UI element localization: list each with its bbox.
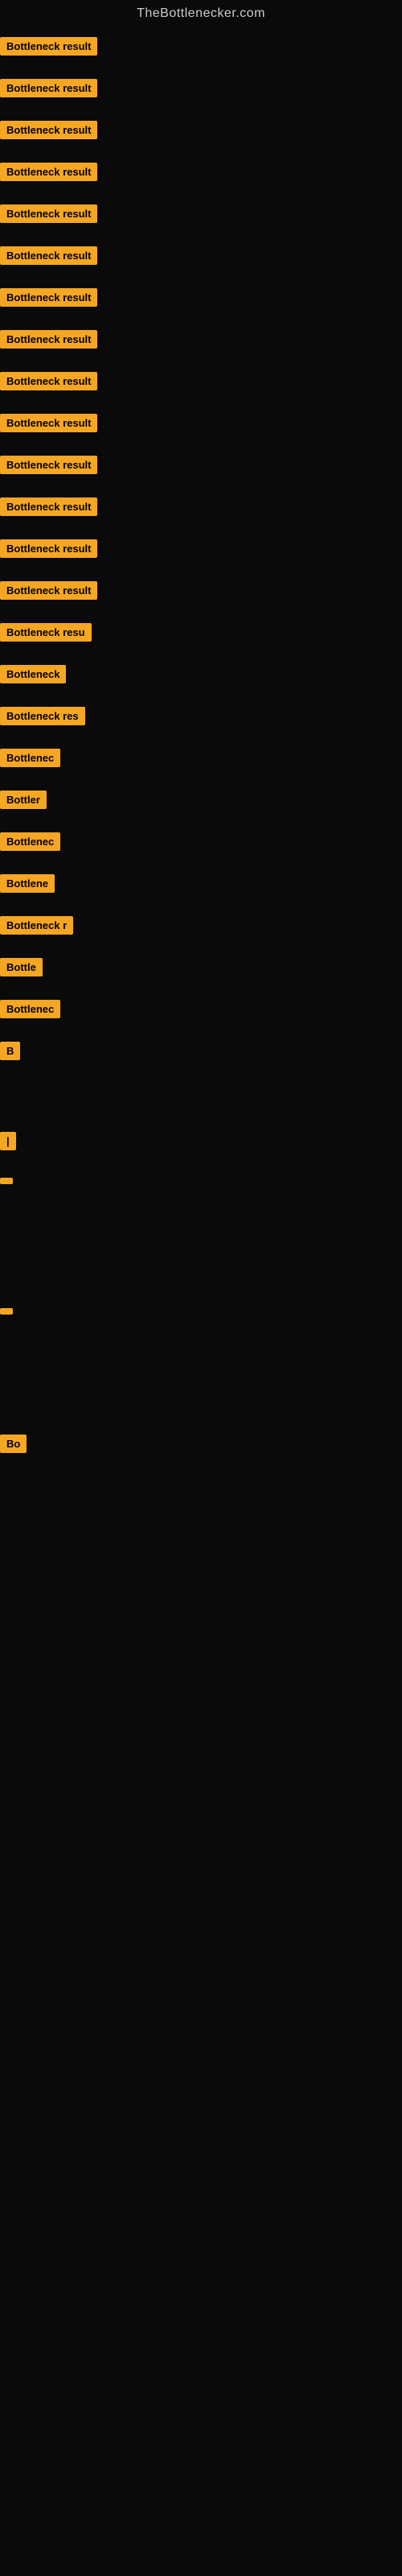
bottleneck-badge[interactable]: Bottleneck xyxy=(0,665,66,683)
bottleneck-badge[interactable]: Bottleneck result xyxy=(0,539,97,558)
bottleneck-badge[interactable]: Bottleneck result xyxy=(0,288,97,307)
bottleneck-badge[interactable]: Bottleneck result xyxy=(0,79,97,97)
bottleneck-badge[interactable]: Bottlenec xyxy=(0,832,60,851)
list-item: Bottleneck result xyxy=(0,195,402,237)
list-item: Bottleneck resu xyxy=(0,613,402,655)
bottleneck-badge[interactable]: Bottleneck res xyxy=(0,707,85,725)
bottleneck-badge[interactable]: Bottleneck result xyxy=(0,581,97,600)
list-item: Bottleneck result xyxy=(0,404,402,446)
bottleneck-badge[interactable]: Bottleneck result xyxy=(0,246,97,265)
bottleneck-badge[interactable]: Bottleneck result xyxy=(0,37,97,56)
site-header: TheBottlenecker.com xyxy=(0,0,402,27)
list-item: Bottleneck result xyxy=(0,362,402,404)
bottleneck-badge[interactable]: Bottleneck result xyxy=(0,456,97,474)
bottleneck-badge[interactable]: Bottleneck result xyxy=(0,330,97,349)
bottleneck-badge[interactable]: Bottlenec xyxy=(0,1000,60,1018)
list-item: Bottler xyxy=(0,781,402,823)
list-item: Bottleneck result xyxy=(0,488,402,530)
list-item: Bottleneck r xyxy=(0,906,402,948)
list-item: Bottle xyxy=(0,948,402,990)
bottleneck-badge[interactable]: Bottleneck result xyxy=(0,163,97,181)
bottleneck-badge[interactable]: Bottleneck resu xyxy=(0,623,92,642)
list-item: Bottleneck xyxy=(0,655,402,697)
list-item: Bottleneck result xyxy=(0,279,402,320)
bottleneck-badge[interactable]: Bottle xyxy=(0,958,43,976)
list-item: Bottlene xyxy=(0,865,402,906)
list-item: B xyxy=(0,1032,402,1074)
list-item: Bottleneck result xyxy=(0,237,402,279)
list-item: Bottleneck result xyxy=(0,572,402,613)
list-item xyxy=(0,1294,402,1328)
bottleneck-badge[interactable]: Bottleneck result xyxy=(0,414,97,432)
list-item: Bottlenec xyxy=(0,739,402,781)
list-item: Bottleneck res xyxy=(0,697,402,739)
bottleneck-badge[interactable]: Bottleneck result xyxy=(0,372,97,390)
list-item: Bottleneck result xyxy=(0,111,402,153)
list-item: Bottleneck result xyxy=(0,530,402,572)
list-item: Bottleneck result xyxy=(0,27,402,69)
bottleneck-badge[interactable]: B xyxy=(0,1042,20,1060)
site-title: TheBottlenecker.com xyxy=(0,0,402,27)
bottleneck-badge[interactable]: Bottlene xyxy=(0,874,55,893)
bottleneck-badge[interactable]: | xyxy=(0,1132,16,1150)
list-item: | xyxy=(0,1122,402,1164)
list-item: Bo xyxy=(0,1425,402,1467)
bottleneck-badge[interactable] xyxy=(0,1178,13,1184)
list-item xyxy=(0,1164,402,1198)
bottleneck-badge[interactable]: Bottlenec xyxy=(0,749,60,767)
bottleneck-badge[interactable]: Bottleneck result xyxy=(0,121,97,139)
bottleneck-badge[interactable]: Bottleneck r xyxy=(0,916,73,935)
list-item: Bottlenec xyxy=(0,990,402,1032)
bottleneck-badge[interactable]: Bottleneck result xyxy=(0,204,97,223)
bottleneck-badge[interactable]: Bo xyxy=(0,1435,27,1453)
list-item: Bottleneck result xyxy=(0,153,402,195)
bottleneck-badge[interactable] xyxy=(0,1308,13,1315)
list-item: Bottlenec xyxy=(0,823,402,865)
list-item: Bottleneck result xyxy=(0,446,402,488)
list-item: Bottleneck result xyxy=(0,69,402,111)
list-item: Bottleneck result xyxy=(0,320,402,362)
bottleneck-badge[interactable]: Bottleneck result xyxy=(0,497,97,516)
bottleneck-badge[interactable]: Bottler xyxy=(0,791,47,809)
